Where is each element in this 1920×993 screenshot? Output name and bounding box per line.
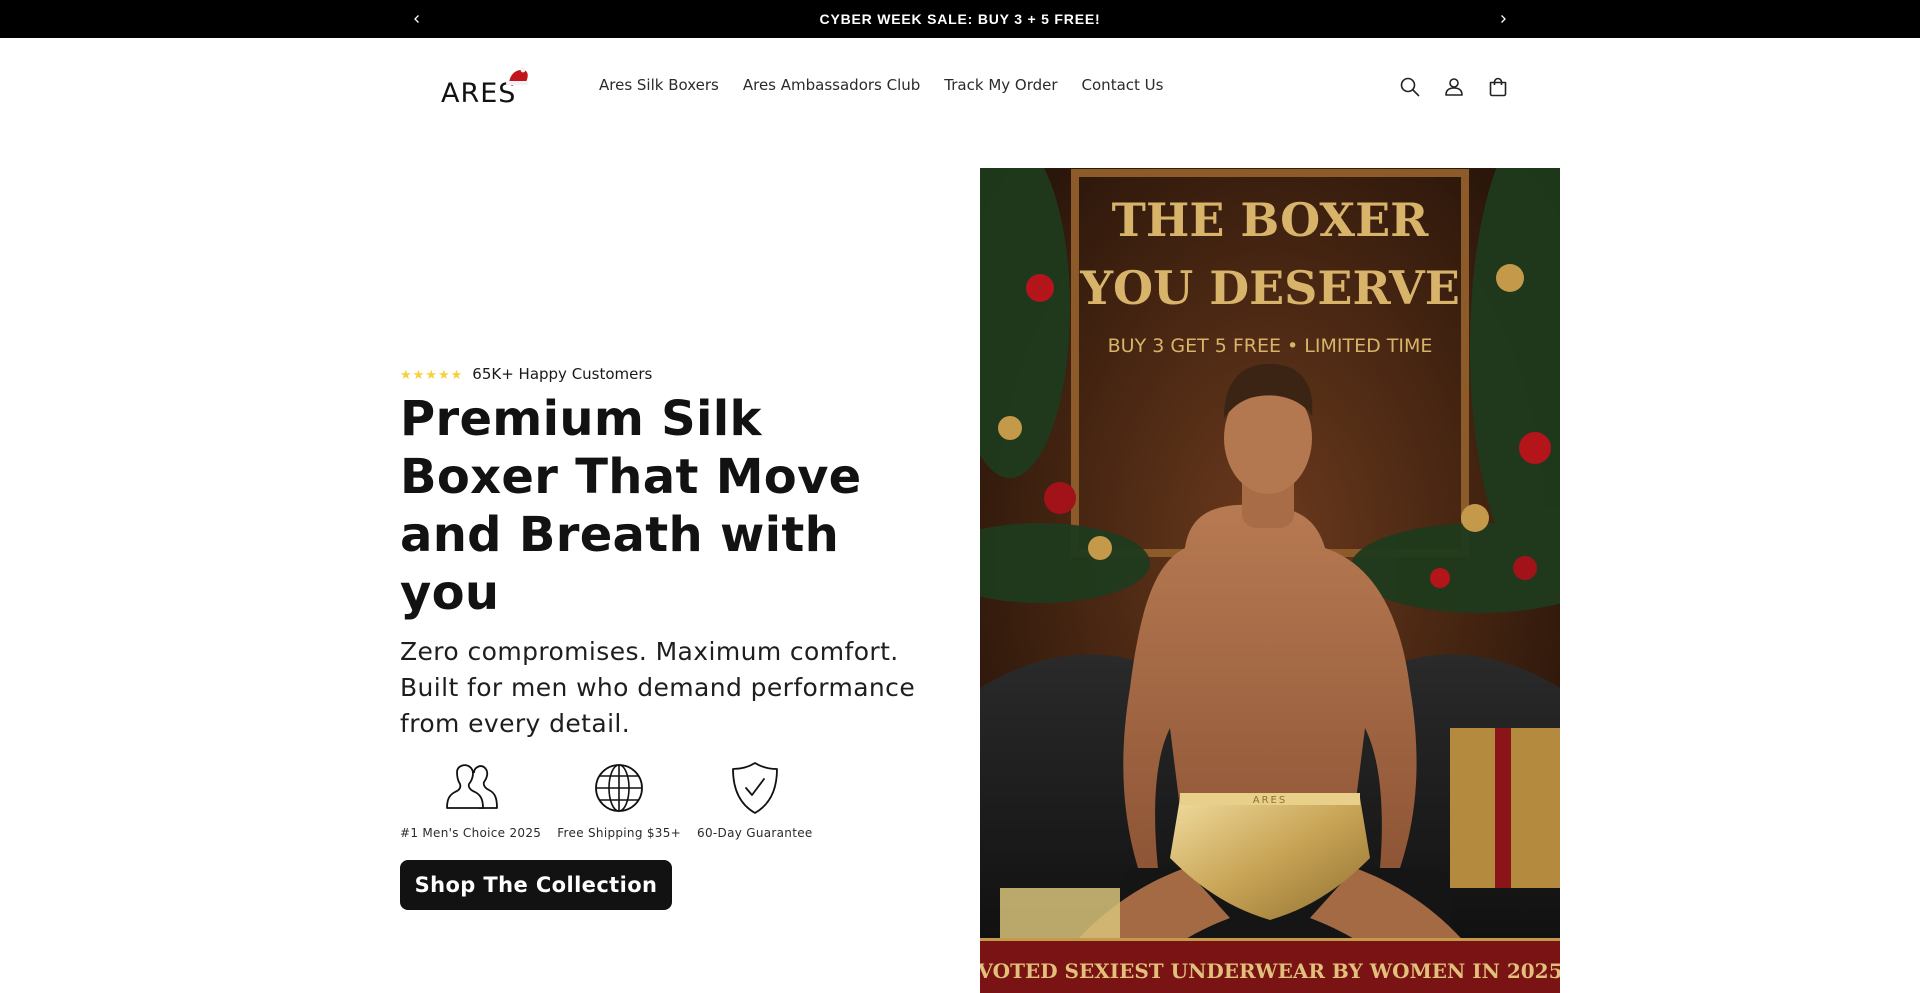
announcement-prev-button[interactable] <box>398 0 436 38</box>
account-icon <box>1445 78 1463 96</box>
globe-icon <box>595 764 644 812</box>
hero-heading: Premium Silk Boxer That Move and Breath … <box>400 391 862 621</box>
svg-text:ARES: ARES <box>441 78 516 109</box>
shield-check-icon <box>731 762 778 814</box>
star-icon: ★ <box>425 366 437 382</box>
rating-stars: ★ ★ ★ ★ ★ <box>400 368 462 381</box>
nav-track-my-order[interactable]: Track My Order <box>932 74 1069 96</box>
cart-icon <box>1489 77 1507 97</box>
svg-text:BUY 3 GET 5 FREE • LIMITED TIM: BUY 3 GET 5 FREE • LIMITED TIME <box>1108 335 1433 357</box>
search-icon <box>1400 77 1420 97</box>
search-button[interactable] <box>1388 70 1432 104</box>
header-icons <box>1388 70 1520 104</box>
nav-contact-us[interactable]: Contact Us <box>1070 74 1176 96</box>
svg-text:YOU DESERVE: YOU DESERVE <box>1079 261 1460 315</box>
feature-label: #1 Men's Choice 2025 <box>400 826 542 840</box>
announcement-bar: CYBER WEEK SALE: BUY 3 + 5 FREE! <box>0 0 1920 38</box>
people-icon <box>445 764 498 809</box>
svg-text:VOTED SEXIEST UNDERWEAR BY WOM: VOTED SEXIEST UNDERWEAR BY WOMEN IN 2025 <box>980 959 1560 983</box>
rating-row: ★ ★ ★ ★ ★ 65K+ Happy Customers <box>400 364 920 384</box>
star-icon: ★ <box>437 366 450 382</box>
announcement-text: CYBER WEEK SALE: BUY 3 + 5 FREE! <box>819 11 1101 27</box>
main-nav: Ares Silk Boxers Ares Ambassadors Club T… <box>587 74 1175 96</box>
feature-label: 60-Day Guarantee <box>697 826 813 840</box>
nav-ambassadors-club[interactable]: Ares Ambassadors Club <box>731 74 932 96</box>
feature-label: Free Shipping $35+ <box>557 826 682 840</box>
svg-text:THE BOXER: THE BOXER <box>1112 193 1430 247</box>
rating-text: 65K+ Happy Customers <box>472 365 653 383</box>
feature-list: #1 Men's Choice 2025 Free Shipping $35+ … <box>400 760 920 840</box>
feature-item: 60-Day Guarantee <box>697 760 813 840</box>
svg-text:ARES: ARES <box>1253 795 1287 806</box>
nav-ares-silk-boxers[interactable]: Ares Silk Boxers <box>587 74 731 96</box>
account-button[interactable] <box>1432 70 1476 104</box>
cart-button[interactable] <box>1476 70 1520 104</box>
hero-banner-illustration: THE BOXER YOU DESERVE BUY 3 GET 5 FREE •… <box>980 168 1560 993</box>
star-icon: ★ <box>450 366 463 382</box>
feature-item: Free Shipping $35+ <box>557 760 681 840</box>
chevron-right-icon <box>1501 15 1506 23</box>
site-header: ARES Ares Silk Boxers Ares Ambassadors C… <box>0 38 1920 132</box>
feature-item: #1 Men's Choice 2025 <box>400 760 541 840</box>
star-icon: ★ <box>400 366 412 382</box>
shop-collection-button[interactable]: Shop The Collection <box>400 860 672 910</box>
announcement-next-button[interactable] <box>1484 0 1522 38</box>
brand-logo[interactable]: ARES <box>440 66 530 110</box>
chevron-left-icon <box>414 15 419 23</box>
star-icon: ★ <box>412 366 425 382</box>
hero-subheading: Zero compromises. Maximum comfort. Built… <box>400 637 916 738</box>
hero-content: ★ ★ ★ ★ ★ 65K+ Happy Customers Premium S… <box>400 364 920 910</box>
hero-banner-image: THE BOXER YOU DESERVE BUY 3 GET 5 FREE •… <box>980 168 1560 993</box>
